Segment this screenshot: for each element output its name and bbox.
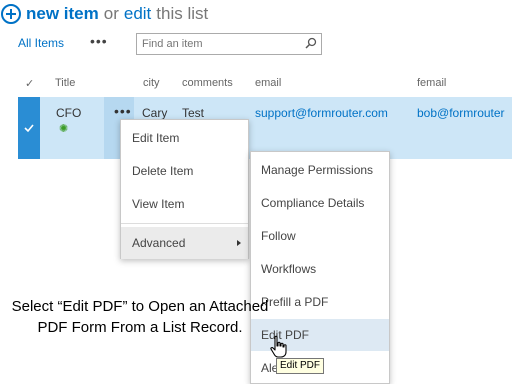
list-header: new item or edit this list — [0, 0, 208, 28]
view-options-ellipsis[interactable]: ••• — [90, 33, 108, 49]
this-list-text: this list — [156, 4, 209, 23]
submenu-manage-permissions[interactable]: Manage Permissions — [251, 154, 389, 186]
table-row[interactable]: CFO ✺ ••• Cary Test support@formrouter.c… — [18, 97, 512, 159]
row-checkbox[interactable] — [18, 97, 40, 159]
view-bar: All Items ••• — [18, 33, 107, 50]
chevron-right-icon — [237, 240, 241, 246]
cell-comments: Test — [182, 106, 205, 120]
column-header-femail[interactable]: femail — [417, 77, 446, 89]
cell-city: Cary — [142, 106, 168, 120]
submenu-compliance-details[interactable]: Compliance Details — [251, 187, 389, 219]
new-item-icon: ✺ — [59, 123, 69, 135]
column-header-email[interactable]: email — [255, 77, 281, 89]
hand-cursor-icon — [270, 335, 287, 358]
search-input[interactable] — [137, 34, 297, 54]
checkmark-icon — [24, 124, 34, 133]
edit-list-link[interactable]: edit — [124, 4, 151, 24]
menu-edit-item[interactable]: Edit Item — [121, 122, 248, 154]
or-text: or — [103, 4, 119, 23]
search-icon[interactable] — [305, 37, 317, 49]
add-icon[interactable] — [1, 4, 21, 24]
column-header-title[interactable]: Title — [55, 77, 75, 89]
menu-advanced[interactable]: Advanced — [121, 227, 248, 259]
select-all-checkbox[interactable]: ✓ — [25, 77, 34, 90]
column-header-comments[interactable]: comments — [182, 77, 233, 89]
submenu-workflows[interactable]: Workflows — [251, 253, 389, 285]
row-title-cfo[interactable]: CFO — [56, 106, 81, 120]
row-options-ellipsis[interactable]: ••• — [114, 103, 132, 119]
search-box[interactable] — [136, 33, 322, 55]
cell-email[interactable]: support@formrouter.com — [255, 106, 388, 120]
column-headers: ✓ Title city comments email femail — [0, 75, 512, 93]
menu-separator — [121, 223, 248, 224]
all-items-view[interactable]: All Items — [18, 36, 64, 50]
menu-view-item[interactable]: View Item — [121, 188, 248, 220]
item-context-menu: Edit Item Delete Item View Item Advanced — [120, 119, 249, 259]
menu-delete-item[interactable]: Delete Item — [121, 155, 248, 187]
submenu-follow[interactable]: Follow — [251, 220, 389, 252]
column-header-city[interactable]: city — [143, 77, 160, 89]
instruction-caption: Select “Edit PDF” to Open an Attached PD… — [11, 298, 269, 336]
edit-pdf-tooltip: Edit PDF — [276, 358, 325, 374]
cell-femail[interactable]: bob@formrouter — [417, 106, 505, 120]
menu-advanced-label: Advanced — [132, 236, 186, 250]
new-item-link[interactable]: new item — [26, 4, 99, 24]
